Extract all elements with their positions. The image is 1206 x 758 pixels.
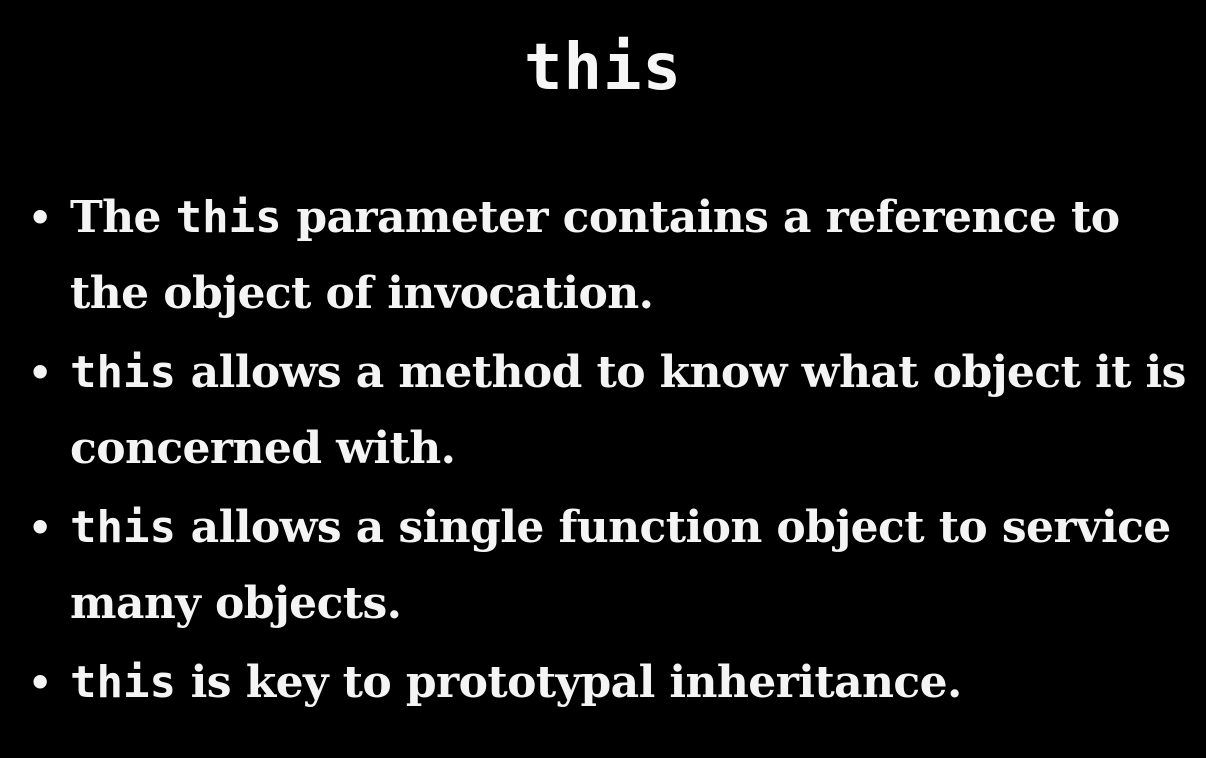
bullet-4-code: this xyxy=(70,657,176,708)
slide: this • The this parameter contains a ref… xyxy=(0,0,1206,758)
bullet-dot: • xyxy=(28,196,52,240)
bullet-2-code: this xyxy=(70,347,176,398)
bullet-1-code: this xyxy=(175,192,282,243)
bullet-dot: • xyxy=(28,661,52,705)
bullet-3-text: allows a single function object to servi… xyxy=(70,502,1171,629)
bullet-dot: • xyxy=(28,506,52,550)
bullet-3-code: this xyxy=(70,502,176,553)
bullet-list: • The this parameter contains a referenc… xyxy=(28,180,1198,724)
bullet-item-3: • this allows a single function object t… xyxy=(28,490,1198,642)
bullet-item-4: • this is key to prototypal inheritance. xyxy=(28,645,1198,721)
bullet-item-2: • this allows a method to know what obje… xyxy=(28,335,1198,487)
slide-title: this xyxy=(523,31,683,105)
bullet-item-1: • The this parameter contains a referenc… xyxy=(28,180,1198,332)
bullet-4-text: is key to prototypal inheritance. xyxy=(175,657,963,708)
bullet-1-pre-text: The xyxy=(70,192,176,243)
bullet-dot: • xyxy=(28,351,52,395)
bullet-2-text: allows a method to know what object it i… xyxy=(70,347,1186,474)
